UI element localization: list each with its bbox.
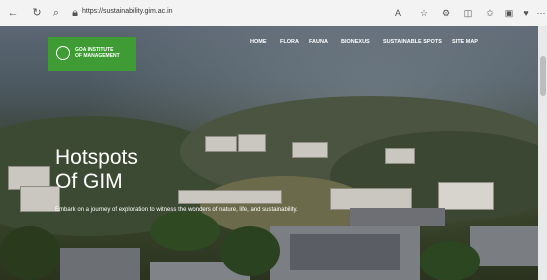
nav-bionexus[interactable]: BIONEXUS xyxy=(341,39,370,45)
roof xyxy=(470,226,538,266)
collections-icon[interactable]: ▣ xyxy=(503,7,515,19)
roof xyxy=(60,248,140,280)
scrollbar[interactable] xyxy=(538,26,547,280)
nav-sustainable-spots[interactable]: SUSTAINABLE SPOTS xyxy=(383,39,442,45)
split-screen-icon[interactable]: ◫ xyxy=(462,7,474,19)
roof xyxy=(350,208,445,226)
building xyxy=(292,142,328,158)
browser-essentials-icon[interactable]: ♥ xyxy=(520,7,532,19)
nav-site-map[interactable]: SITE MAP xyxy=(452,39,478,45)
roof xyxy=(290,234,400,270)
back-icon[interactable]: ← xyxy=(6,6,20,20)
read-aloud-icon[interactable]: A xyxy=(392,7,404,19)
refresh-icon[interactable]: ↻ xyxy=(30,6,44,20)
logo-text: GOA INSTITUTE OF MANAGEMENT xyxy=(75,47,133,59)
extensions-icon[interactable]: ⚙ xyxy=(440,7,452,19)
favorite-icon[interactable]: ☆ xyxy=(418,7,430,19)
building xyxy=(238,134,266,152)
logo-emblem-icon xyxy=(56,46,70,60)
logo[interactable]: GOA INSTITUTE OF MANAGEMENT xyxy=(48,37,136,71)
hero-section: GOA INSTITUTE OF MANAGEMENT HOME FLORA F… xyxy=(0,26,538,280)
building xyxy=(385,148,415,164)
search-icon[interactable]: ⌕ xyxy=(49,6,63,20)
nav-flora[interactable]: FLORA xyxy=(280,39,299,45)
tree xyxy=(150,211,220,251)
hero-title-line-2: Of GIM xyxy=(55,170,123,193)
nav-home[interactable]: HOME xyxy=(250,39,267,45)
tree xyxy=(0,226,60,280)
more-icon[interactable]: ⋯ xyxy=(535,7,547,19)
address-bar[interactable]: https://sustainability.gim.ac.in xyxy=(82,4,173,20)
building xyxy=(438,182,494,210)
logo-line-2: OF MANAGEMENT xyxy=(75,53,120,59)
tree xyxy=(220,226,280,276)
hero-subtitle: Embark on a journey of exploration to wi… xyxy=(55,207,298,213)
browser-toolbar: ← ↻ ⌕ 🔒︎ https://sustainability.gim.ac.i… xyxy=(0,0,547,27)
tree xyxy=(420,241,480,280)
nav-fauna[interactable]: FAUNA xyxy=(309,39,328,45)
building xyxy=(20,186,60,212)
hero-title: Hotspots Of GIM xyxy=(55,146,215,194)
favorites-icon[interactable]: ✩ xyxy=(484,7,496,19)
scrollbar-thumb[interactable] xyxy=(540,56,546,96)
hero-title-line-1: Hotspots xyxy=(55,146,138,169)
lock-icon: 🔒︎ xyxy=(72,7,78,19)
building xyxy=(330,188,412,210)
